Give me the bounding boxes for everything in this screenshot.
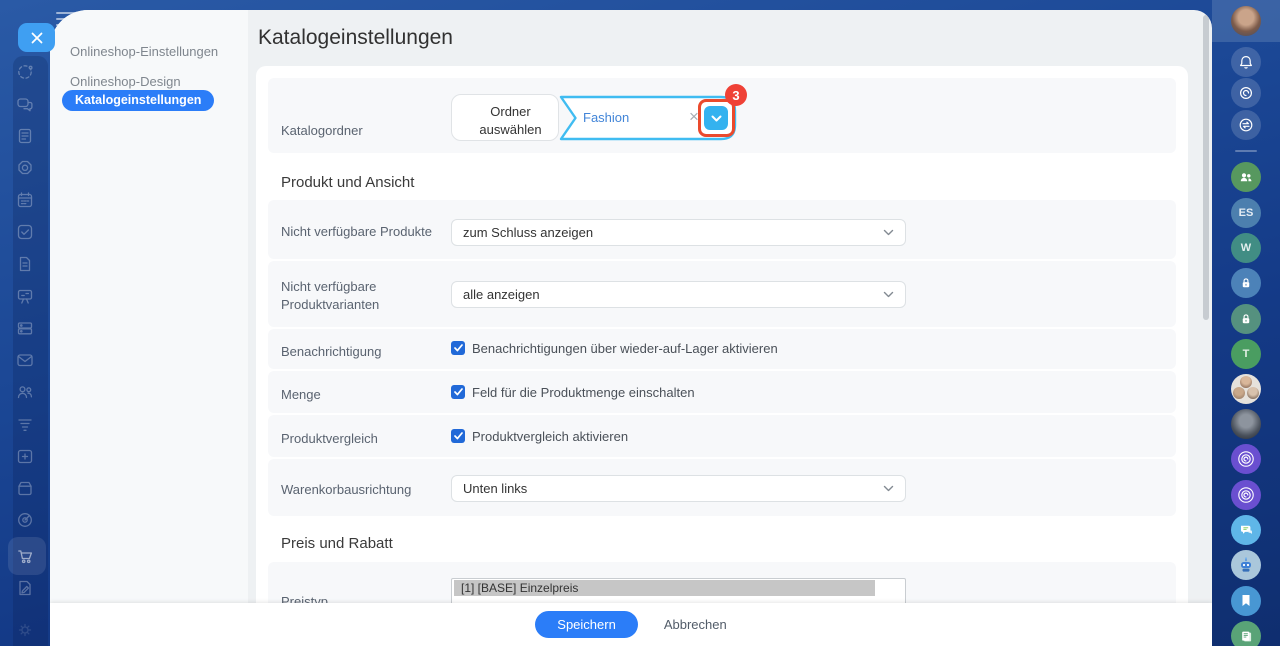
catalog-folder-label: Katalogordner: [281, 122, 363, 140]
messenger-icon[interactable]: [15, 94, 35, 114]
ai-orbit-icon[interactable]: [15, 62, 35, 82]
copilot-chat-icon[interactable]: [1231, 444, 1261, 474]
select-value: alle anzeigen: [463, 287, 540, 302]
sign-document-icon[interactable]: [15, 578, 35, 598]
quantity-checkbox[interactable]: [451, 385, 465, 399]
cart-position-select[interactable]: Unten links: [451, 475, 906, 502]
menu-item-onlineshop-einstellungen[interactable]: Onlineshop-Einstellungen: [70, 44, 218, 59]
left-toolbar: [0, 0, 50, 646]
unavailable-products-select[interactable]: zum Schluss anzeigen: [451, 219, 906, 246]
mail-icon[interactable]: [15, 350, 35, 370]
bell-icon[interactable]: [1231, 47, 1261, 77]
user-avatar[interactable]: [1231, 6, 1261, 36]
initials-t[interactable]: T: [1231, 339, 1261, 369]
chevron-down-icon[interactable]: [704, 106, 728, 130]
tasks-icon[interactable]: [15, 222, 35, 242]
right-toolbar: ES W T: [1212, 0, 1280, 646]
row-label: Benachrichtigung: [281, 343, 381, 361]
news-icon[interactable]: [1231, 621, 1261, 646]
documents-icon[interactable]: [15, 254, 35, 274]
menu-item-katalogeinstellungen-active[interactable]: Katalogeinstellungen: [62, 90, 214, 111]
settings-gear-icon[interactable]: [15, 620, 35, 640]
row-label: Nicht verfügbare Produktvarianten: [281, 278, 431, 313]
annotation-step-badge: 3: [725, 84, 747, 106]
settings-menu: Onlineshop-Einstellungen Onlineshop-Desi…: [50, 10, 248, 646]
selected-folder-name[interactable]: Fashion: [583, 95, 629, 141]
quantity-checkbox-label[interactable]: Feld für die Produktmenge einschalten: [472, 385, 695, 400]
group-avatar[interactable]: [1231, 374, 1261, 404]
select-value: zum Schluss anzeigen: [463, 225, 593, 240]
row-label: Nicht verfügbare Produkte: [281, 223, 432, 241]
comparison-checkbox-label[interactable]: Produktvergleich aktivieren: [472, 429, 628, 444]
employees-icon[interactable]: [15, 382, 35, 402]
bookmark-icon[interactable]: [1231, 586, 1261, 616]
row-label: Produktvergleich: [281, 430, 378, 448]
choose-folder-button[interactable]: Ordner auswählen: [451, 94, 559, 141]
initials-label: T: [1243, 348, 1250, 360]
team-people-icon[interactable]: [1231, 162, 1261, 192]
row-comparison: Produktvergleich: [268, 415, 1176, 457]
chevron-down-icon: [883, 485, 894, 492]
initials-w[interactable]: W: [1231, 233, 1261, 263]
copilot-chat-icon[interactable]: [1231, 480, 1261, 510]
copilot-icon[interactable]: [1231, 78, 1261, 108]
notification-checkbox-label[interactable]: Benachrichtigungen über wieder-auf-Lager…: [472, 341, 778, 356]
comparison-checkbox[interactable]: [451, 429, 465, 443]
menu-item-onlineshop-design[interactable]: Onlineshop-Design: [70, 74, 181, 89]
feed-icon[interactable]: [15, 126, 35, 146]
select-value: Unten links: [463, 481, 527, 496]
section-heading-price: Preis und Rabatt: [281, 535, 393, 552]
row-label: Warenkorbausrichtung: [281, 481, 411, 499]
crm-funnel-icon[interactable]: [15, 414, 35, 434]
chevron-down-icon: [883, 229, 894, 236]
bot-avatar[interactable]: [1231, 550, 1261, 580]
initials-label: ES: [1239, 207, 1254, 219]
user-avatar[interactable]: [1231, 409, 1261, 439]
notification-checkbox[interactable]: [451, 341, 465, 355]
drive-icon[interactable]: [15, 318, 35, 338]
unavailable-variants-select[interactable]: alle anzeigen: [451, 281, 906, 308]
footer-action-bar: Speichern Abbrechen: [50, 603, 1212, 646]
section-heading-product-view: Produkt und Ansicht: [281, 174, 414, 191]
panel-scrollbar[interactable]: [1203, 15, 1209, 320]
calendar-icon[interactable]: [15, 190, 35, 210]
row-quantity: Menge: [268, 371, 1176, 413]
cancel-button[interactable]: Abbrechen: [664, 617, 727, 632]
market-icon[interactable]: [15, 478, 35, 498]
planner-icon[interactable]: [15, 446, 35, 466]
initials-label: W: [1241, 242, 1251, 254]
toolbar-divider: [1235, 150, 1257, 152]
initials-es[interactable]: ES: [1231, 198, 1261, 228]
x-icon[interactable]: ×: [685, 108, 703, 126]
price-type-option-selected[interactable]: [1] [BASE] Einzelpreis: [454, 580, 875, 596]
page-title: Katalogeinstellungen: [258, 26, 453, 50]
shop-cart-icon[interactable]: [15, 546, 35, 566]
save-button[interactable]: Speichern: [535, 611, 638, 638]
marketing-target-icon[interactable]: [15, 510, 35, 530]
comments-icon[interactable]: [1231, 515, 1261, 545]
lock-icon[interactable]: [1231, 304, 1261, 334]
lock-icon[interactable]: [1231, 268, 1261, 298]
chevron-down-icon: [883, 291, 894, 298]
settings-card: Katalogordner Ordner auswählen Fashion ×…: [256, 66, 1188, 646]
settings-slider-panel: Onlineshop-Einstellungen Onlineshop-Desi…: [50, 10, 1212, 646]
selected-folder-tag: Fashion × 3: [557, 95, 739, 141]
whiteboard-icon[interactable]: [15, 286, 35, 306]
row-label: Menge: [281, 386, 321, 404]
sync-icon[interactable]: [1231, 110, 1261, 140]
close-icon[interactable]: [18, 23, 55, 52]
automation-icon[interactable]: [15, 158, 35, 178]
